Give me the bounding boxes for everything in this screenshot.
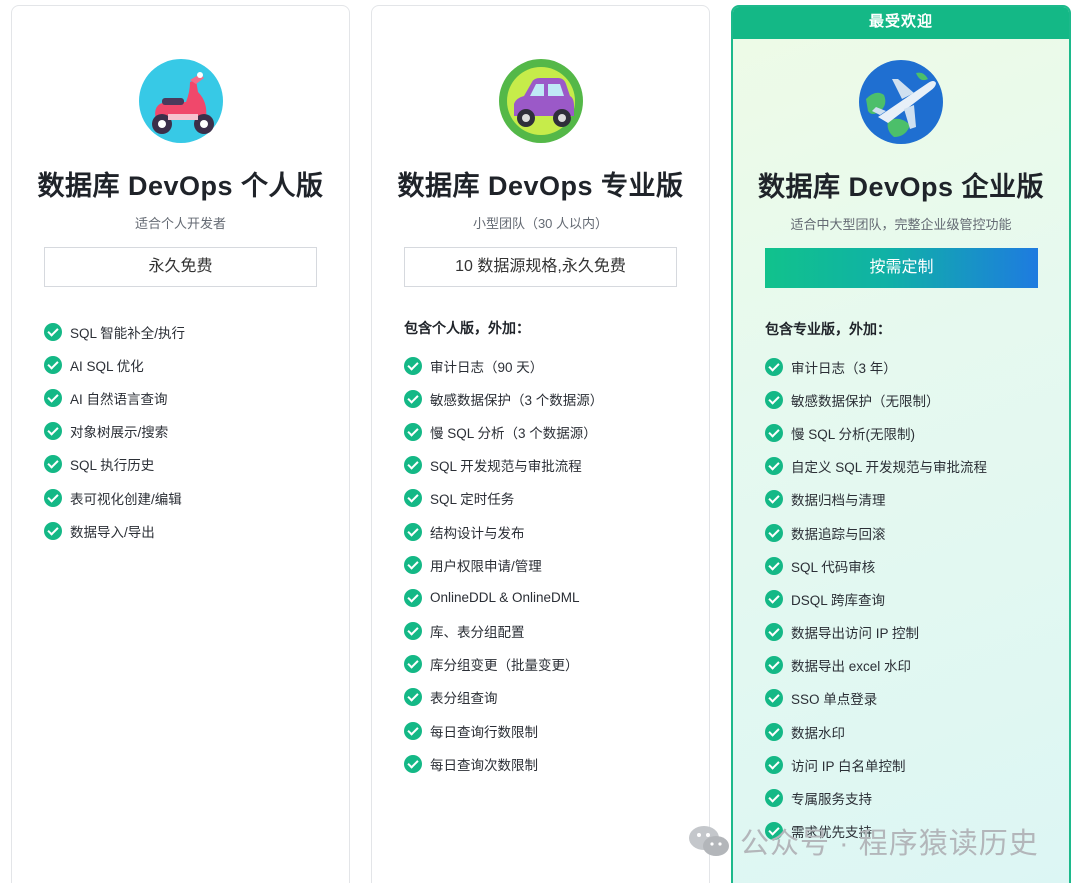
feature-item: 数据追踪与回滚 bbox=[765, 516, 1059, 549]
custom-quote-button[interactable]: 按需定制 bbox=[765, 248, 1038, 288]
feature-item: 审计日志（90 天） bbox=[404, 349, 699, 382]
check-icon bbox=[404, 588, 422, 607]
feature-item: SQL 定时任务 bbox=[404, 482, 699, 515]
check-icon bbox=[765, 623, 783, 642]
check-icon bbox=[404, 522, 422, 541]
feature-item: SQL 代码审核 bbox=[765, 549, 1059, 582]
check-icon bbox=[765, 423, 783, 442]
check-icon bbox=[404, 389, 422, 408]
feature-item: AI 自然语言查询 bbox=[44, 381, 339, 414]
watermark: 公众号 · 程序猿读历史 bbox=[688, 820, 1039, 862]
feature-item: 结构设计与发布 bbox=[404, 515, 699, 548]
plan-card-personal: 数据库 DevOps 个人版 适合个人开发者 永久免费 SQL 智能补全/执行 … bbox=[11, 5, 350, 883]
feature-item: SQL 开发规范与审批流程 bbox=[404, 449, 699, 482]
feature-list: SQL 智能补全/执行 AI SQL 优化 AI 自然语言查询 对象树展示/搜索… bbox=[44, 315, 339, 547]
check-icon bbox=[404, 456, 422, 475]
check-icon bbox=[404, 622, 422, 641]
check-icon bbox=[404, 754, 422, 773]
feature-item: 对象树展示/搜索 bbox=[44, 415, 339, 448]
plan-subtitle: 小型团队（30 人以内） bbox=[472, 216, 609, 231]
plan-title: 数据库 DevOps 企业版 bbox=[757, 172, 1045, 202]
feature-item: 敏感数据保护（3 个数据源） bbox=[404, 382, 699, 415]
check-icon bbox=[404, 688, 422, 707]
wechat-icon bbox=[689, 826, 729, 856]
check-icon bbox=[765, 789, 783, 808]
check-icon bbox=[44, 455, 62, 474]
check-icon bbox=[765, 755, 783, 774]
check-icon bbox=[765, 523, 783, 542]
plan-title: 数据库 DevOps 个人版 bbox=[37, 171, 324, 201]
check-icon bbox=[404, 555, 422, 574]
feature-item: 库分组变更（批量变更） bbox=[404, 648, 699, 681]
plan-card-enterprise: 最受欢迎 数据库 DevOps 企业版 适合中大型团队，完整企业级管控功能 按需… bbox=[731, 5, 1071, 883]
feature-item: DSQL 跨库查询 bbox=[765, 582, 1059, 615]
feature-item: OnlineDDL & OnlineDML bbox=[404, 581, 699, 614]
feature-item: 表分组查询 bbox=[404, 681, 699, 714]
check-icon bbox=[765, 589, 783, 608]
check-icon bbox=[44, 355, 62, 374]
feature-item: 库、表分组配置 bbox=[404, 615, 699, 648]
feature-item: 表可视化创建/编辑 bbox=[44, 481, 339, 514]
check-icon bbox=[404, 721, 422, 740]
feature-item: 敏感数据保护（无限制） bbox=[765, 383, 1059, 416]
feature-list: 审计日志（90 天） 敏感数据保护（3 个数据源） 慢 SQL 分析（3 个数据… bbox=[404, 349, 699, 780]
include-heading: 包含个人版，外加： bbox=[404, 320, 530, 336]
most-popular-badge: 最受欢迎 bbox=[733, 7, 1069, 39]
feature-item: 数据归档与清理 bbox=[765, 483, 1059, 516]
check-icon bbox=[404, 655, 422, 674]
check-icon bbox=[44, 422, 62, 441]
plan-subtitle: 适合中大型团队，完整企业级管控功能 bbox=[790, 217, 1012, 232]
plan-subtitle: 适合个人开发者 bbox=[134, 216, 226, 231]
check-icon bbox=[44, 488, 62, 507]
check-icon bbox=[765, 390, 783, 409]
check-icon bbox=[765, 490, 783, 509]
check-icon bbox=[404, 422, 422, 441]
check-icon bbox=[44, 388, 62, 407]
feature-item: 慢 SQL 分析（3 个数据源） bbox=[404, 415, 699, 448]
feature-item: 用户权限申请/管理 bbox=[404, 548, 699, 581]
feature-item: 每日查询次数限制 bbox=[404, 747, 699, 780]
feature-item: 数据导入/导出 bbox=[44, 514, 339, 547]
check-icon bbox=[765, 457, 783, 476]
feature-item: SSO 单点登录 bbox=[765, 682, 1059, 715]
watermark-text: 公众号 · 程序猿读历史 bbox=[740, 828, 1039, 860]
check-icon bbox=[765, 656, 783, 675]
check-icon bbox=[765, 689, 783, 708]
feature-item: 自定义 SQL 开发规范与审批流程 bbox=[765, 450, 1059, 483]
feature-item: 数据水印 bbox=[765, 715, 1059, 748]
free-forever-button[interactable]: 永久免费 bbox=[44, 247, 317, 287]
feature-item: 慢 SQL 分析(无限制) bbox=[765, 416, 1059, 449]
feature-item: 审计日志（3 年） bbox=[765, 350, 1059, 383]
check-icon bbox=[765, 556, 783, 575]
feature-item: 数据导出 excel 水印 bbox=[765, 649, 1059, 682]
plan-card-pro: 数据库 DevOps 专业版 小型团队（30 人以内） 10 数据源规格,永久免… bbox=[371, 5, 710, 883]
feature-item: SQL 智能补全/执行 bbox=[44, 315, 339, 348]
scooter-icon bbox=[138, 59, 223, 143]
feature-item: 数据导出访问 IP 控制 bbox=[765, 616, 1059, 649]
car-icon bbox=[498, 59, 583, 143]
feature-item: SQL 执行历史 bbox=[44, 448, 339, 481]
feature-item: 每日查询行数限制 bbox=[404, 714, 699, 747]
check-icon bbox=[765, 722, 783, 741]
feature-list: 审计日志（3 年） 敏感数据保护（无限制） 慢 SQL 分析(无限制) 自定义 … bbox=[765, 350, 1059, 848]
airplane-globe-icon bbox=[859, 60, 943, 144]
check-icon bbox=[404, 489, 422, 508]
include-heading: 包含专业版，外加： bbox=[765, 321, 891, 337]
check-icon bbox=[404, 356, 422, 375]
feature-item: 专属服务支持 bbox=[765, 781, 1059, 814]
plan-title: 数据库 DevOps 专业版 bbox=[397, 171, 684, 201]
check-icon bbox=[44, 322, 62, 341]
check-icon bbox=[44, 521, 62, 540]
feature-item: 访问 IP 白名单控制 bbox=[765, 748, 1059, 781]
check-icon bbox=[765, 357, 783, 376]
data-source-free-button[interactable]: 10 数据源规格,永久免费 bbox=[404, 247, 677, 287]
feature-item: AI SQL 优化 bbox=[44, 348, 339, 381]
